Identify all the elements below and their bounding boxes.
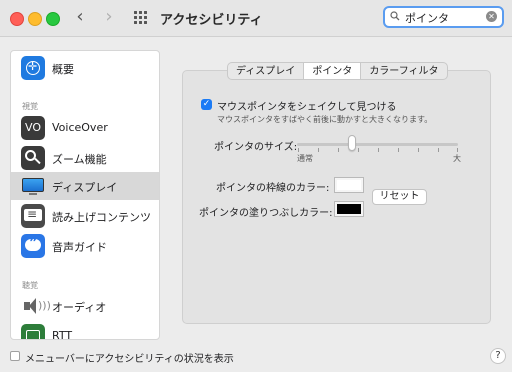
sidebar-item-general[interactable]: 概要: [11, 54, 159, 82]
accessibility-icon: [21, 56, 45, 80]
rtt-icon: [21, 324, 45, 339]
outline-color-label: ポインタの枠線のカラー:: [216, 183, 330, 194]
minimize-window-button[interactable]: [28, 12, 42, 26]
descriptions-icon: [21, 234, 45, 258]
sidebar: 概要 視覚 VO VoiceOver ズーム機能 ディスプレイ 読み上げコンテン…: [10, 50, 160, 340]
sidebar-item-label: 音声ガイド: [52, 241, 107, 254]
slider-tick: [298, 148, 299, 152]
forward-chevron-icon[interactable]: ›: [99, 7, 119, 27]
close-window-button[interactable]: [10, 12, 24, 26]
search-field[interactable]: ポインタ ✕: [383, 6, 504, 28]
sidebar-item-label: ズーム機能: [52, 153, 107, 166]
slider-tick: [418, 148, 419, 152]
sidebar-item-voiceover[interactable]: VO VoiceOver: [11, 114, 159, 142]
sidebar-section-vision: 視覚: [22, 102, 38, 111]
show-in-menubar-checkbox[interactable]: [10, 351, 20, 361]
slider-min-label: 通常: [297, 154, 313, 163]
sidebar-item-label: RTT: [52, 329, 73, 340]
outline-color-well[interactable]: [334, 177, 364, 193]
display-icon: [21, 174, 45, 198]
slider-tick: [398, 148, 399, 152]
back-chevron-icon[interactable]: ‹: [70, 7, 90, 27]
sidebar-item-spoken-content[interactable]: 読み上げコンテンツ: [11, 202, 159, 230]
slider-tick: [438, 148, 439, 152]
preferences-window: ‹ › アクセシビリティ ポインタ ✕ 概要 視覚 VO VoiceOver: [0, 0, 512, 372]
sidebar-section-hearing: 聴覚: [22, 281, 38, 290]
slider-max-label: 大: [453, 154, 461, 163]
slider-tick: [378, 148, 379, 152]
pointer-size-slider-knob[interactable]: [347, 135, 356, 151]
show-in-menubar-label: メニューバーにアクセシビリティの状況を表示: [25, 354, 234, 365]
sidebar-item-label: ディスプレイ: [52, 181, 118, 194]
tab-bar: ディスプレイ ポインタ カラーフィルタ: [227, 62, 448, 80]
sidebar-item-label: VoiceOver: [52, 121, 108, 134]
reset-button[interactable]: リセット: [372, 189, 427, 205]
search-input-value[interactable]: ポインタ: [405, 10, 449, 26]
sidebar-item-zoom[interactable]: ズーム機能: [11, 144, 159, 172]
slider-tick: [318, 148, 319, 152]
tab-color-filters[interactable]: カラーフィルタ: [361, 63, 446, 79]
shake-to-locate-description: マウスポインタをすばやく前後に動かすと大きくなります。: [217, 115, 433, 124]
show-all-grid-icon[interactable]: [134, 11, 148, 25]
outline-color-swatch: [337, 180, 361, 190]
tab-display[interactable]: ディスプレイ: [228, 63, 305, 79]
fill-color-label: ポインタの塗りつぶしカラー:: [199, 208, 333, 219]
sidebar-item-label: オーディオ: [52, 301, 107, 314]
tab-pointer[interactable]: ポインタ: [304, 63, 362, 79]
slider-tick: [358, 148, 359, 152]
voiceover-icon: VO: [21, 116, 45, 140]
fill-color-swatch: [337, 204, 361, 214]
sidebar-item-audio[interactable]: ))) オーディオ: [11, 292, 159, 320]
window-title: アクセシビリティ: [160, 13, 263, 28]
sidebar-item-label: 概要: [52, 63, 74, 76]
slider-tick: [457, 148, 458, 152]
audio-icon: ))): [21, 294, 51, 318]
fill-color-well[interactable]: [334, 201, 364, 217]
sidebar-item-label: 読み上げコンテンツ: [52, 211, 151, 224]
toolbar: ‹ › アクセシビリティ ポインタ ✕: [0, 0, 512, 37]
sidebar-item-descriptions[interactable]: 音声ガイド: [11, 232, 159, 260]
help-button[interactable]: ?: [490, 348, 506, 364]
clear-search-icon[interactable]: ✕: [486, 11, 497, 22]
pointer-size-slider-track[interactable]: [297, 143, 458, 146]
sidebar-item-display[interactable]: ディスプレイ: [11, 172, 159, 200]
zoom-icon: [21, 146, 45, 170]
slider-tick: [338, 148, 339, 152]
search-icon: [390, 11, 400, 21]
spoken-content-icon: [21, 204, 45, 228]
zoom-window-button[interactable]: [46, 12, 60, 26]
shake-to-locate-label: マウスポインタをシェイクして見つける: [217, 102, 397, 113]
shake-to-locate-checkbox[interactable]: ✓: [201, 99, 212, 110]
sidebar-item-rtt[interactable]: RTT: [11, 322, 159, 340]
pointer-size-label: ポインタのサイズ:: [214, 142, 298, 153]
